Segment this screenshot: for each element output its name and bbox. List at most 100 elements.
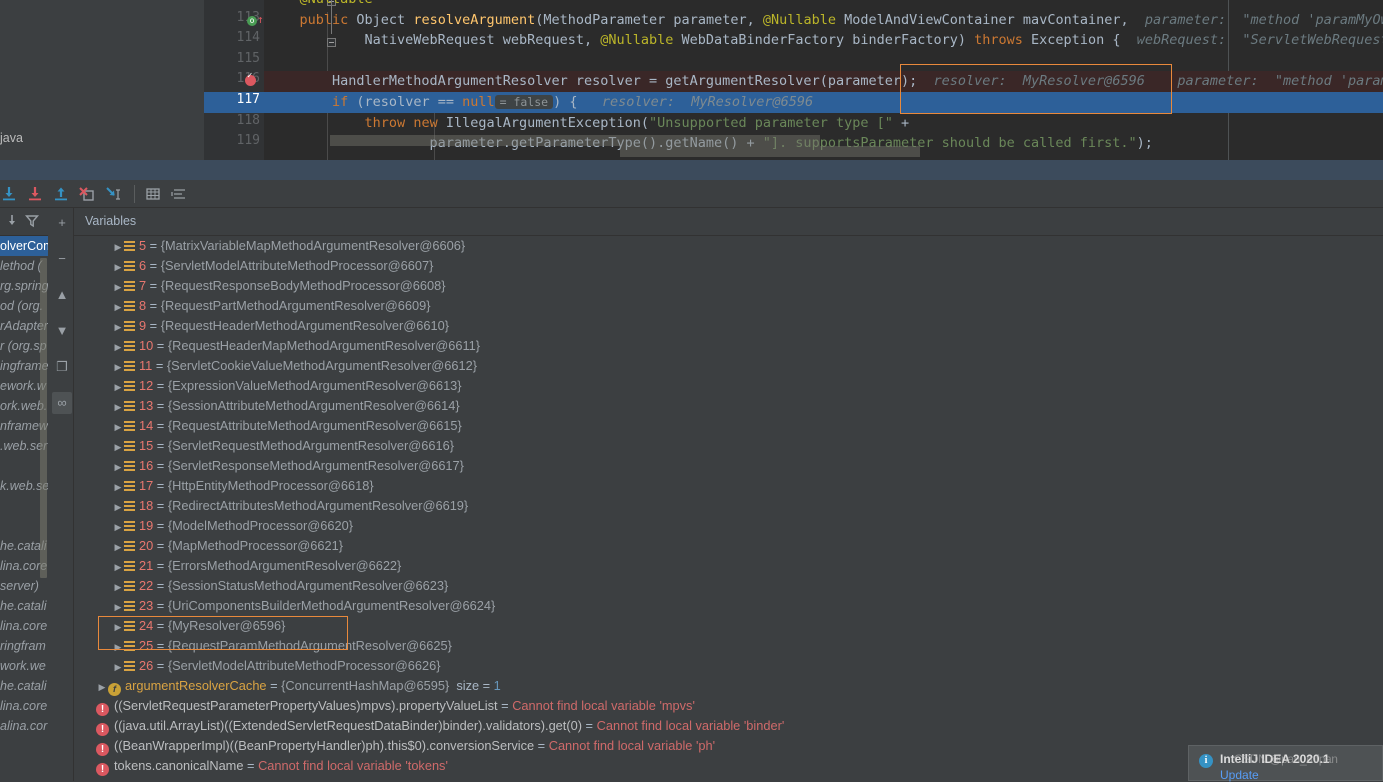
frame-row[interactable]: server) — [0, 576, 48, 596]
move-watch-up-icon[interactable]: ▲ — [52, 284, 72, 306]
variable-row[interactable]: ! ((java.util.ArrayList)((ExtendedServlet… — [74, 716, 1383, 736]
expand-triangle-icon[interactable]: ▶ — [112, 497, 124, 517]
variable-row[interactable]: ▶ 6 = {ServletModelAttributeMethodProcess… — [74, 256, 1383, 276]
variable-row[interactable]: ▶ 14 = {RequestAttributeMethodArgumentRes… — [74, 416, 1383, 436]
code-line-112[interactable]: @Nullable — [264, 0, 1383, 10]
variable-row[interactable]: ▶ 18 = {RedirectAttributesMethodArgumentR… — [74, 496, 1383, 516]
step-over-icon[interactable] — [0, 185, 18, 203]
variable-row[interactable]: ▶ 10 = {RequestHeaderMapMethodArgumentRes… — [74, 336, 1383, 356]
frame-row[interactable]: olverCom — [0, 236, 48, 256]
show-inline-values-icon[interactable] — [170, 185, 188, 203]
expand-triangle-icon[interactable]: ▶ — [112, 477, 124, 497]
expand-triangle-icon[interactable]: ▶ — [112, 397, 124, 417]
variable-row[interactable]: ▶ 7 = {RequestResponseBodyMethodProcessor… — [74, 276, 1383, 296]
code-line-117[interactable]: if (resolver == null = false) { resolver:… — [264, 92, 1383, 113]
filter-icon[interactable] — [24, 213, 40, 234]
editor-tab-label[interactable]: java — [0, 131, 23, 145]
variable-row[interactable]: ▶ 15 = {ServletRequestMethodArgumentResol… — [74, 436, 1383, 456]
frames-panel[interactable]: olverComlethod (rg.springod (org.rAdapte… — [0, 208, 48, 781]
variable-row[interactable]: ▶ f argumentResolverCache = {ConcurrentHas… — [74, 676, 1383, 696]
inline-value-badge[interactable]: = false — [494, 95, 554, 109]
drop-frame-icon[interactable] — [78, 185, 96, 203]
code-line-116[interactable]: HandlerMethodArgumentResolver resolver =… — [264, 71, 1383, 92]
frames-scrollbar[interactable] — [40, 258, 47, 578]
variables-list[interactable]: ▶ 5 = {MatrixVariableMapMethodArgumentRes… — [74, 236, 1383, 781]
variable-row[interactable]: ! ((ServletRequestParameterPropertyValues… — [74, 696, 1383, 716]
code-line-114[interactable]: NativeWebRequest webRequest, @Nullable W… — [264, 30, 1383, 51]
variable-row[interactable]: ▶ 19 = {ModelMethodProcessor@6620} — [74, 516, 1383, 536]
code-editor[interactable]: java 112113o↑114115116117118119 @Nullabl… — [0, 0, 1383, 160]
expand-triangle-icon[interactable]: ▶ — [112, 417, 124, 437]
copy-value-icon[interactable]: ❐ — [52, 356, 72, 378]
frame-row[interactable]: alina.cor — [0, 716, 48, 736]
variable-row[interactable]: ▶ 23 = {UriComponentsBuilderMethodArgumen… — [74, 596, 1383, 616]
expand-triangle-icon[interactable]: ▶ — [112, 617, 124, 637]
code-line-115[interactable] — [264, 51, 1383, 72]
variable-row[interactable]: ▶ 20 = {MapMethodProcessor@6621} — [74, 536, 1383, 556]
gutter-line-115[interactable]: 115 — [204, 51, 264, 72]
expand-triangle-icon[interactable]: ▶ — [112, 437, 124, 457]
variable-row[interactable]: ▶ 12 = {ExpressionValueMethodArgumentReso… — [74, 376, 1383, 396]
variable-row[interactable]: ! tokens.canonicalName = Cannot find loca… — [74, 756, 1383, 776]
variable-row[interactable]: ▶ 22 = {SessionStatusMethodArgumentResolv… — [74, 576, 1383, 596]
expand-triangle-icon[interactable]: ▶ — [112, 557, 124, 577]
variable-row[interactable]: ▶ 24 = {MyResolver@6596} — [74, 616, 1383, 636]
step-into-icon[interactable] — [26, 185, 44, 203]
code-line-113[interactable]: public Object resolveArgument(MethodPara… — [264, 10, 1383, 31]
variable-row[interactable]: ! ((BeanWrapperImpl)((BeanPropertyHandler… — [74, 736, 1383, 756]
add-watch-icon[interactable]: + — [52, 212, 72, 234]
frame-row[interactable]: lina.core — [0, 696, 48, 716]
variables-panel[interactable]: Variables ▶ 5 = {MatrixVariableMapMethodA… — [74, 208, 1383, 781]
variable-row[interactable]: ▶ 25 = {RequestParamMethodArgumentResolve… — [74, 636, 1383, 656]
variable-row[interactable]: ▶ 26 = {ServletModelAttributeMethodProces… — [74, 656, 1383, 676]
watches-toolbar-column[interactable]: + − ▲ ▼ ❐ ∞ — [48, 208, 74, 781]
variables-tab-label[interactable]: Variables — [85, 214, 136, 228]
evaluate-expression-icon[interactable] — [144, 185, 162, 203]
expand-triangle-icon[interactable]: ▶ — [112, 577, 124, 597]
move-watch-down-icon[interactable]: ▼ — [52, 320, 72, 342]
expand-triangle-icon[interactable]: ▶ — [112, 517, 124, 537]
frames-toolbar[interactable] — [0, 208, 48, 236]
debugger-toolbar[interactable] — [0, 180, 1383, 208]
variable-row[interactable]: ▶ 13 = {SessionAttributeMethodArgumentRes… — [74, 396, 1383, 416]
frame-row[interactable]: he.catali — [0, 596, 48, 616]
variable-row[interactable]: ▶ 11 = {ServletCookieValueMethodArgumentR… — [74, 356, 1383, 376]
frame-row[interactable]: lina.core — [0, 616, 48, 636]
gutter-line-114[interactable]: 114 — [204, 30, 264, 51]
frame-row[interactable]: ringfram — [0, 636, 48, 656]
frame-row[interactable]: work.we — [0, 656, 48, 676]
expand-triangle-icon[interactable]: ▶ — [112, 297, 124, 317]
expand-triangle-icon[interactable]: ▶ — [112, 377, 124, 397]
inspect-icon[interactable]: ∞ — [52, 392, 72, 414]
remove-watch-icon[interactable]: − — [52, 248, 72, 270]
expand-triangle-icon[interactable]: ▶ — [112, 657, 124, 677]
expand-triangle-icon[interactable]: ▶ — [112, 357, 124, 377]
expand-triangle-icon[interactable]: ▶ — [112, 317, 124, 337]
step-out-icon[interactable] — [52, 185, 70, 203]
expand-triangle-icon[interactable]: ▶ — [96, 677, 108, 697]
breakpoint-icon[interactable] — [245, 71, 256, 89]
gutter-line-112[interactable]: 112 — [204, 0, 264, 10]
notification-update-link[interactable]: Update — [1220, 768, 1259, 782]
expand-triangle-icon[interactable]: ▶ — [112, 537, 124, 557]
expand-triangle-icon[interactable]: ▶ — [112, 257, 124, 277]
variable-row[interactable]: ▶ 21 = {ErrorsMethodArgumentResolver@6622… — [74, 556, 1383, 576]
expand-triangle-icon[interactable]: ▶ — [112, 457, 124, 477]
expand-triangle-icon[interactable]: ▶ — [112, 637, 124, 657]
gutter-line-118[interactable]: 118 — [204, 113, 264, 134]
notification-popup[interactable]: i IntelliJ IDEA 2020.1 Update — [1188, 745, 1383, 782]
variable-row[interactable]: ▶ 17 = {HttpEntityMethodProcessor@6618} — [74, 476, 1383, 496]
implementing-method-icon[interactable]: o ↑ — [247, 13, 264, 26]
expand-triangle-icon[interactable]: ▶ — [112, 277, 124, 297]
gutter-line-119[interactable]: 119 — [204, 133, 264, 154]
gutter-line-117[interactable]: 117 — [204, 92, 264, 113]
variable-row[interactable]: ▶ 8 = {RequestPartMethodArgumentResolver@… — [74, 296, 1383, 316]
export-threads-icon[interactable] — [4, 213, 20, 234]
variable-row[interactable]: ▶ 9 = {RequestHeaderMethodArgumentResolve… — [74, 316, 1383, 336]
expand-triangle-icon[interactable]: ▶ — [112, 597, 124, 617]
run-to-cursor-icon[interactable] — [104, 185, 122, 203]
variable-row[interactable]: ▶ 16 = {ServletResponseMethodArgumentReso… — [74, 456, 1383, 476]
variable-row[interactable]: ▶ 5 = {MatrixVariableMapMethodArgumentRes… — [74, 236, 1383, 256]
expand-triangle-icon[interactable]: ▶ — [112, 237, 124, 257]
frame-row[interactable]: he.catali — [0, 676, 48, 696]
